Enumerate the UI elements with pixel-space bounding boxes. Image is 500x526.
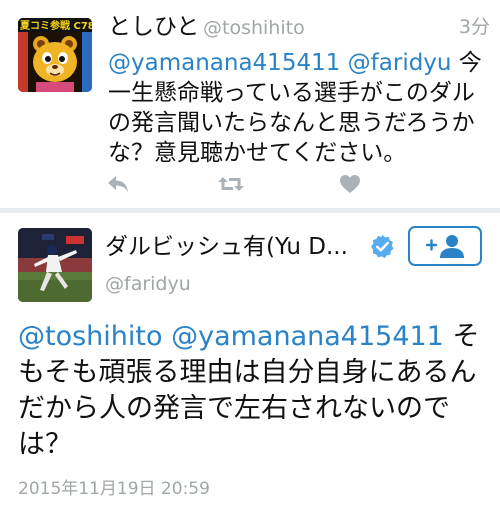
mention-link[interactable]: @faridyu (348, 50, 452, 76)
follow-button[interactable] (408, 226, 482, 266)
reply-arrow-icon (108, 176, 128, 192)
retweet-button[interactable] (217, 171, 245, 197)
tweet-timestamp[interactable]: 2015年11月19日 20:59 (18, 478, 210, 500)
relative-time[interactable]: 3分 (459, 12, 490, 42)
mention-link[interactable]: @toshihito (18, 321, 163, 352)
reply-tweet[interactable]: 夏コミ参戦 C78 としひと @toshihito 3分 @yamanana41… (0, 0, 500, 208)
add-user-icon (425, 235, 464, 258)
tweet-text: @toshihito @yamanana415411 そもそも頑張る理由は自分自… (18, 319, 488, 463)
mention-link[interactable]: @yamanana415411 (171, 321, 444, 352)
main-tweet: ダルビッシュ有(Yu D... @faridyu @toshihito @yam… (0, 213, 500, 526)
retweet-icon (218, 177, 244, 191)
verified-badge-icon (371, 235, 394, 258)
reply-button[interactable] (104, 171, 132, 197)
like-button[interactable] (336, 171, 364, 197)
tweet-actions (104, 171, 374, 197)
avatar-badge-text: 夏コミ参戦 C78 (19, 19, 92, 32)
mention-link[interactable]: @yamanana415411 (108, 50, 340, 76)
avatar[interactable]: 夏コミ参戦 C78 (18, 18, 92, 92)
heart-icon (340, 175, 360, 193)
display-name[interactable]: としひと (108, 12, 199, 42)
tweet-text: @yamanana415411 @faridyu 今一生懸命戦っている選手がこの… (108, 48, 490, 168)
display-name[interactable]: ダルビッシュ有(Yu D... (105, 232, 348, 262)
user-handle[interactable]: @toshihito (203, 14, 305, 42)
avatar[interactable] (18, 228, 92, 302)
user-handle[interactable]: @faridyu (105, 270, 191, 298)
